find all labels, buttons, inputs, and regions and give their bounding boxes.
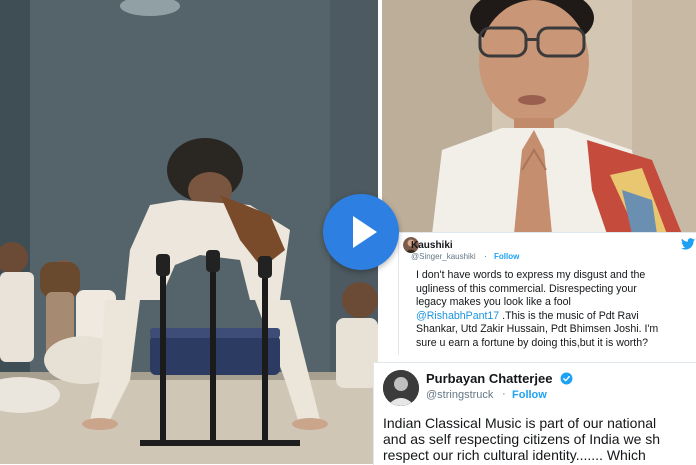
tweet-line: and as self respecting citizens of India…: [383, 431, 661, 447]
tweet-card-kaushiki[interactable]: Kaushiki @Singer_kaushiki · Follow I don…: [398, 232, 696, 355]
follow-link[interactable]: Follow: [494, 252, 519, 261]
tweet-line: Indian Classical Music is part of our na…: [383, 415, 657, 431]
tweet-line: Shankar, Utd Zakir Hussain, Pdt Bhimsen …: [416, 323, 659, 335]
tweet-text: I don't have words to express my disgust…: [416, 269, 696, 350]
tweet-line: legacy makes you look like a fool: [416, 296, 571, 308]
verified-badge-icon: [560, 372, 573, 390]
play-icon: [353, 216, 377, 248]
person-namaste-image: [382, 0, 696, 234]
tweet-line: sure u earn a fortune by doing this,but …: [416, 336, 649, 349]
mention-link[interactable]: @RishabhPant17: [416, 310, 499, 322]
tweet-handle[interactable]: @Singer_kaushiki: [411, 252, 476, 261]
namaste-photo-illustration: [382, 0, 696, 234]
follow-link[interactable]: Follow: [512, 389, 547, 401]
tweet-line: ugliness of this commercial. Disrespecti…: [416, 282, 637, 295]
separator-dot: ·: [484, 251, 487, 261]
tweet-line-rest: .This is the music of Pdt Ravi: [499, 309, 639, 322]
play-button[interactable]: [323, 194, 399, 270]
tweet-display-name[interactable]: Purbayan Chatterjee: [426, 371, 552, 386]
tweet-display-name[interactable]: Kaushiki: [411, 240, 453, 251]
tweet-text: Indian Classical Music is part of our na…: [383, 415, 696, 463]
tweet-line: respect our rich cultural identity......…: [383, 447, 646, 463]
tweet-line: I don't have words to express my disgust…: [416, 269, 646, 281]
separator-dot: ·: [502, 388, 506, 400]
stage-performance-image: [0, 0, 378, 464]
tweet-card-purbayan[interactable]: Purbayan Chatterjee @stringstruck · Foll…: [373, 362, 696, 465]
tweet-line-with-mention: @RishabhPant17 .This is the music of Pdt…: [416, 310, 696, 324]
tweet-handle[interactable]: @stringstruck: [426, 389, 493, 401]
stage-scene-illustration: [0, 0, 378, 464]
avatar[interactable]: [383, 370, 419, 406]
twitter-bird-icon[interactable]: [681, 237, 695, 255]
